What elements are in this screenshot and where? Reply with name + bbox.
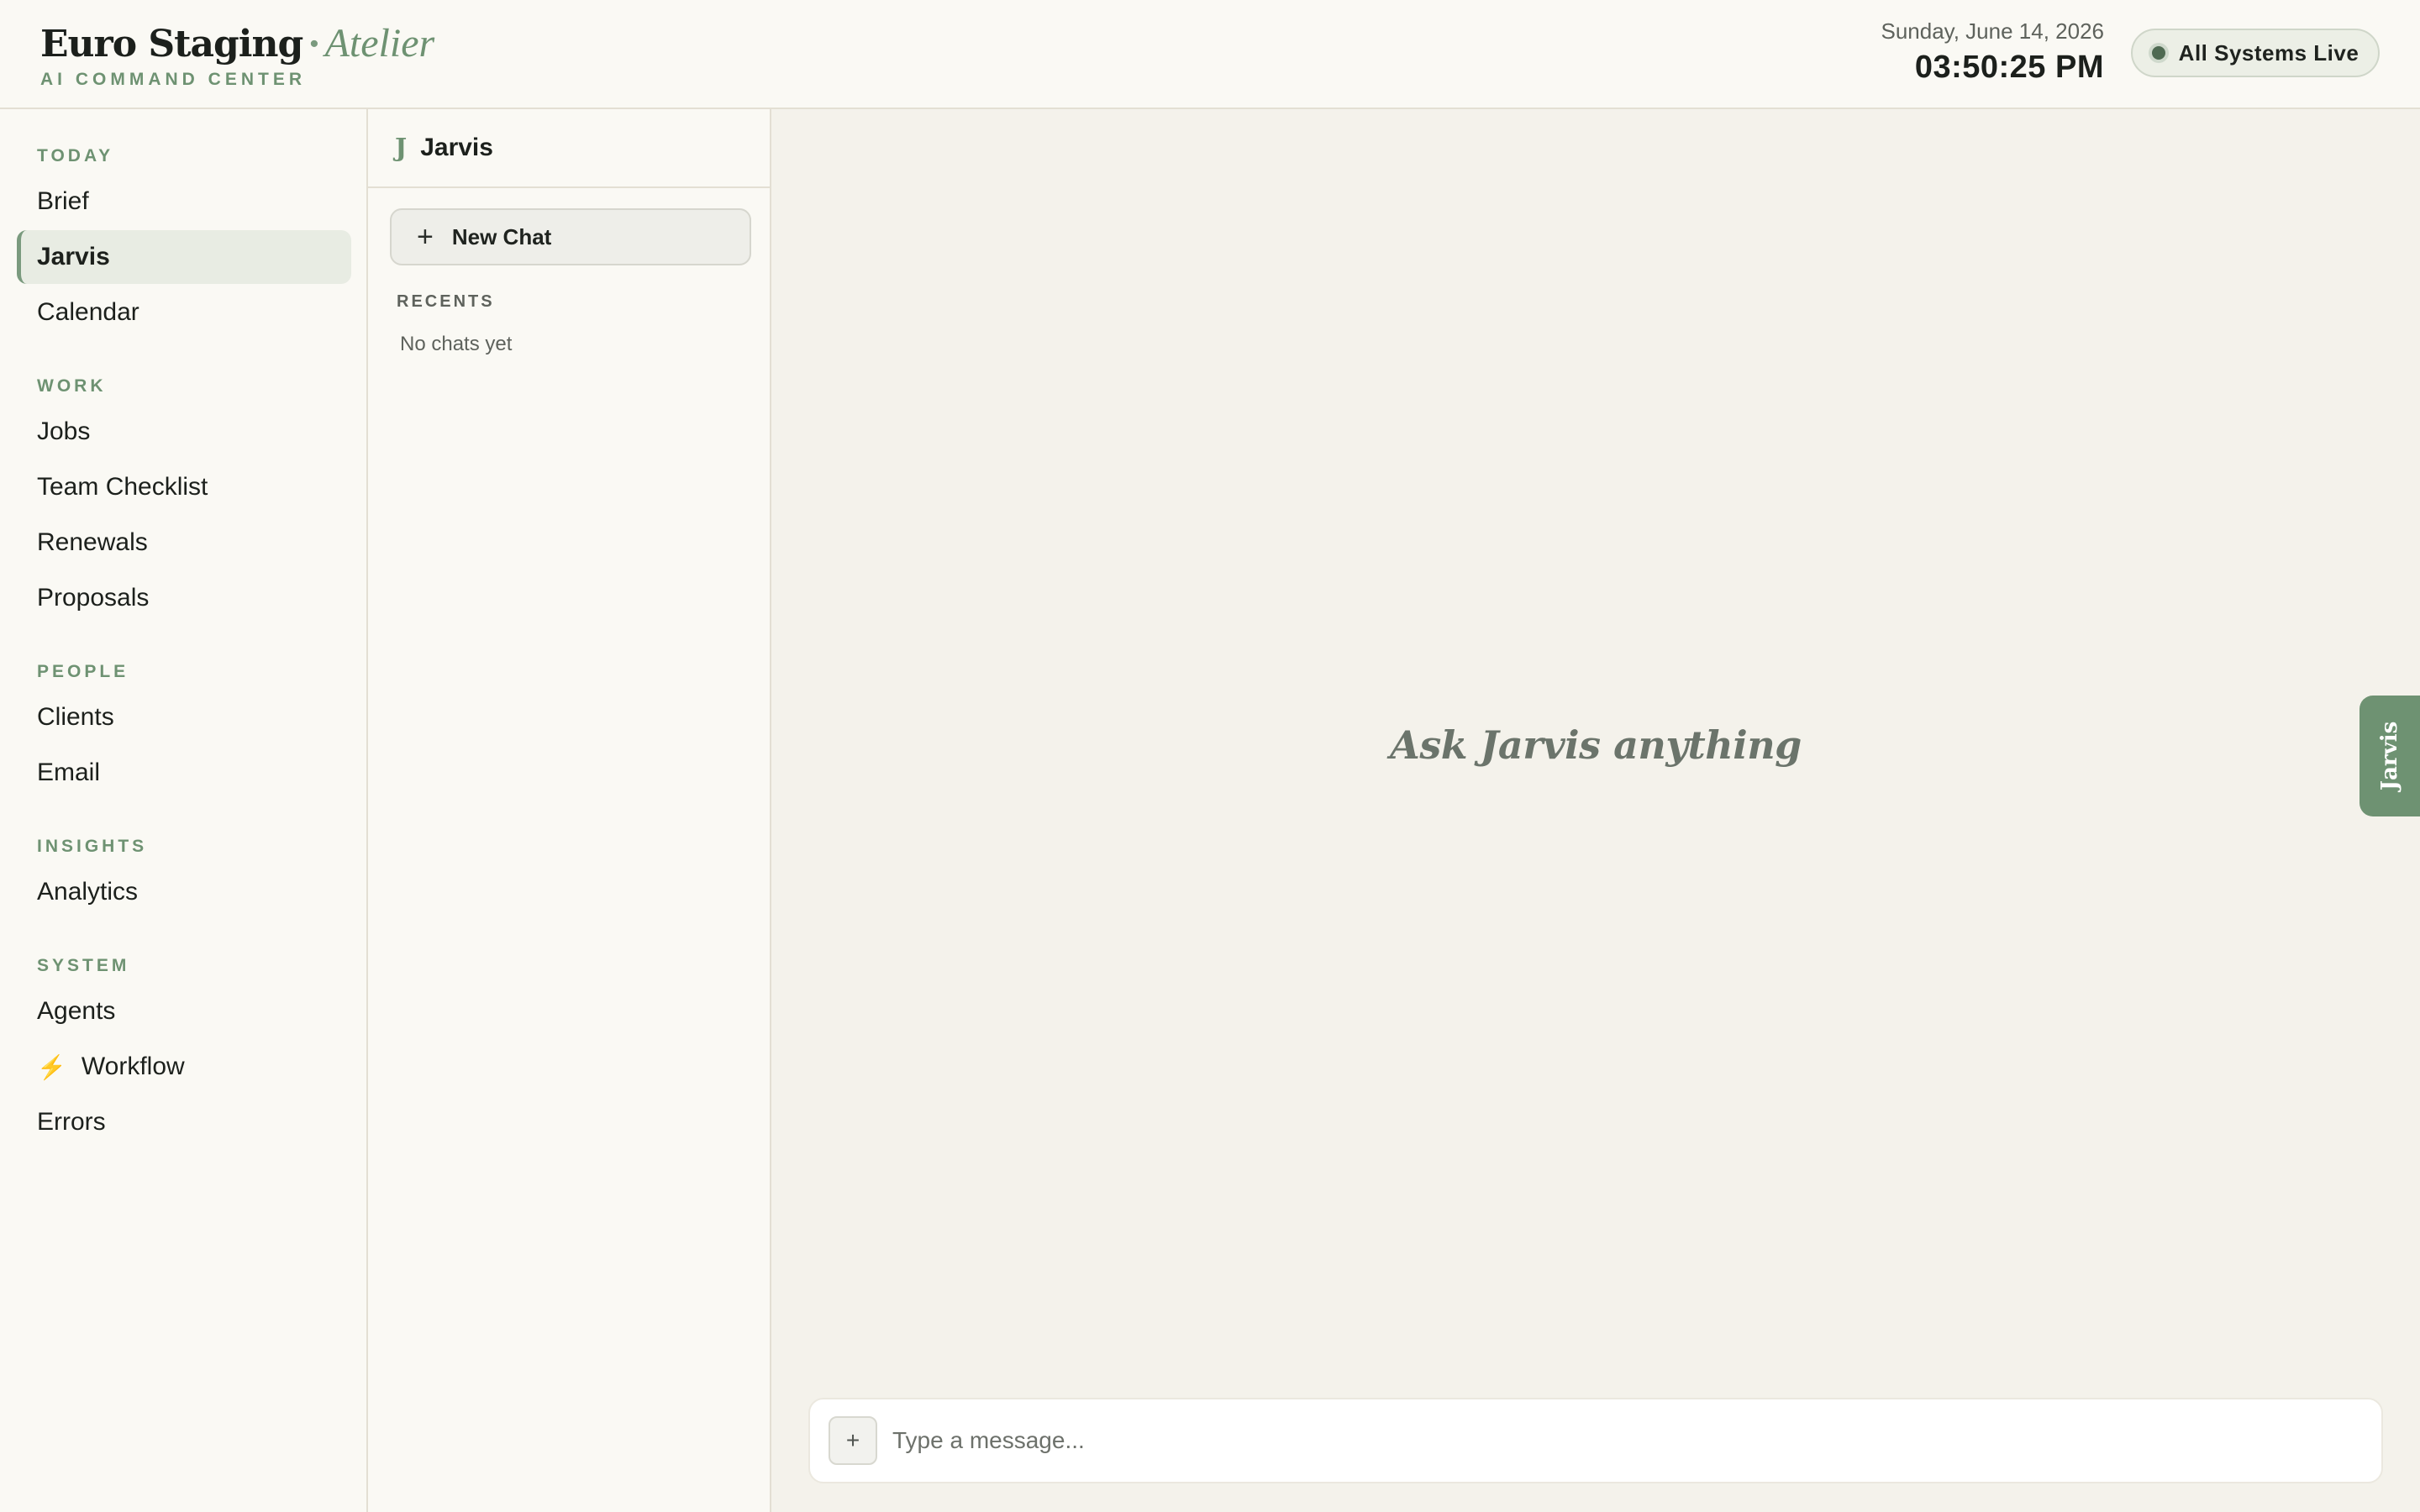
current-time: 03:50:25 PM bbox=[1914, 50, 2104, 85]
chat-main-area: Ask Jarvis anything + bbox=[771, 109, 2420, 1512]
brand-separator: · bbox=[308, 23, 320, 66]
nav-section-insights: INSIGHTS bbox=[37, 837, 148, 856]
current-date: Sunday, June 14, 2026 bbox=[1881, 18, 2104, 44]
jarvis-icon: J bbox=[395, 133, 408, 163]
sidebar-item-errors[interactable]: Errors bbox=[17, 1095, 351, 1149]
chat-list-panel: J Jarvis + New Chat RECENTS No chats yet bbox=[368, 109, 771, 1512]
sidebar-item-clients[interactable]: Clients bbox=[17, 690, 351, 744]
recents-heading: RECENTS bbox=[397, 292, 495, 311]
app-header: Euro Staging · Atelier AI COMMAND CENTER S… bbox=[0, 0, 2420, 109]
new-chat-button[interactable]: + New Chat bbox=[390, 208, 751, 265]
brand-name: Euro Staging bbox=[40, 23, 303, 66]
brand[interactable]: Euro Staging · Atelier AI COMMAND CENTER bbox=[40, 20, 434, 90]
bolt-icon: ⚡ bbox=[37, 1053, 66, 1080]
nav-section-system: SYSTEM bbox=[37, 956, 130, 975]
sidebar-item-calendar[interactable]: Calendar bbox=[17, 286, 351, 339]
sidebar-item-team-checklist[interactable]: Team Checklist bbox=[17, 460, 351, 514]
brand-atelier: Atelier bbox=[324, 21, 435, 66]
brand-subtitle: AI COMMAND CENTER bbox=[40, 70, 306, 89]
chat-list-title: Jarvis bbox=[420, 134, 493, 161]
status-dot-icon bbox=[2151, 46, 2165, 60]
sidebar-item-agents[interactable]: Agents bbox=[17, 984, 351, 1038]
date-time: Sunday, June 14, 2026 03:50:25 PM bbox=[1881, 18, 2104, 86]
sidebar-item-email[interactable]: Email bbox=[17, 746, 351, 800]
message-input[interactable] bbox=[892, 1415, 2381, 1466]
brand-title: Euro Staging · Atelier bbox=[40, 20, 434, 66]
sidebar-item-renewals[interactable]: Renewals bbox=[17, 516, 351, 570]
sidebar-item-analytics[interactable]: Analytics bbox=[17, 865, 351, 919]
system-status-badge[interactable]: All Systems Live bbox=[2131, 29, 2380, 77]
sidebar-item-brief[interactable]: Brief bbox=[17, 175, 351, 228]
message-composer: + bbox=[808, 1398, 2383, 1483]
chat-list-header: J Jarvis bbox=[368, 109, 770, 188]
sidebar-item-proposals[interactable]: Proposals bbox=[17, 571, 351, 625]
empty-state-prompt: Ask Jarvis anything bbox=[1390, 722, 1802, 768]
empty-chats-text: No chats yet bbox=[400, 333, 513, 355]
nav-section-today: TODAY bbox=[37, 146, 114, 165]
side-tab-label: Jarvis bbox=[2377, 721, 2402, 791]
sidebar-item-workflow[interactable]: ⚡ Workflow bbox=[17, 1040, 351, 1094]
nav-section-work: WORK bbox=[37, 376, 107, 396]
nav-section-people: PEOPLE bbox=[37, 662, 129, 681]
sidebar-item-jobs[interactable]: Jobs bbox=[17, 405, 351, 459]
sidebar-item-jarvis[interactable]: Jarvis bbox=[17, 230, 351, 284]
new-chat-label: New Chat bbox=[451, 223, 552, 249]
status-label: All Systems Live bbox=[2178, 39, 2360, 66]
plus-icon: + bbox=[417, 221, 434, 253]
jarvis-side-tab[interactable]: Jarvis bbox=[2360, 696, 2420, 816]
sidebar-nav: TODAY Brief Jarvis Calendar WORK Jobs Te… bbox=[0, 109, 368, 1512]
sidebar-item-label: Workflow bbox=[81, 1053, 185, 1080]
attach-button[interactable]: + bbox=[829, 1416, 877, 1465]
